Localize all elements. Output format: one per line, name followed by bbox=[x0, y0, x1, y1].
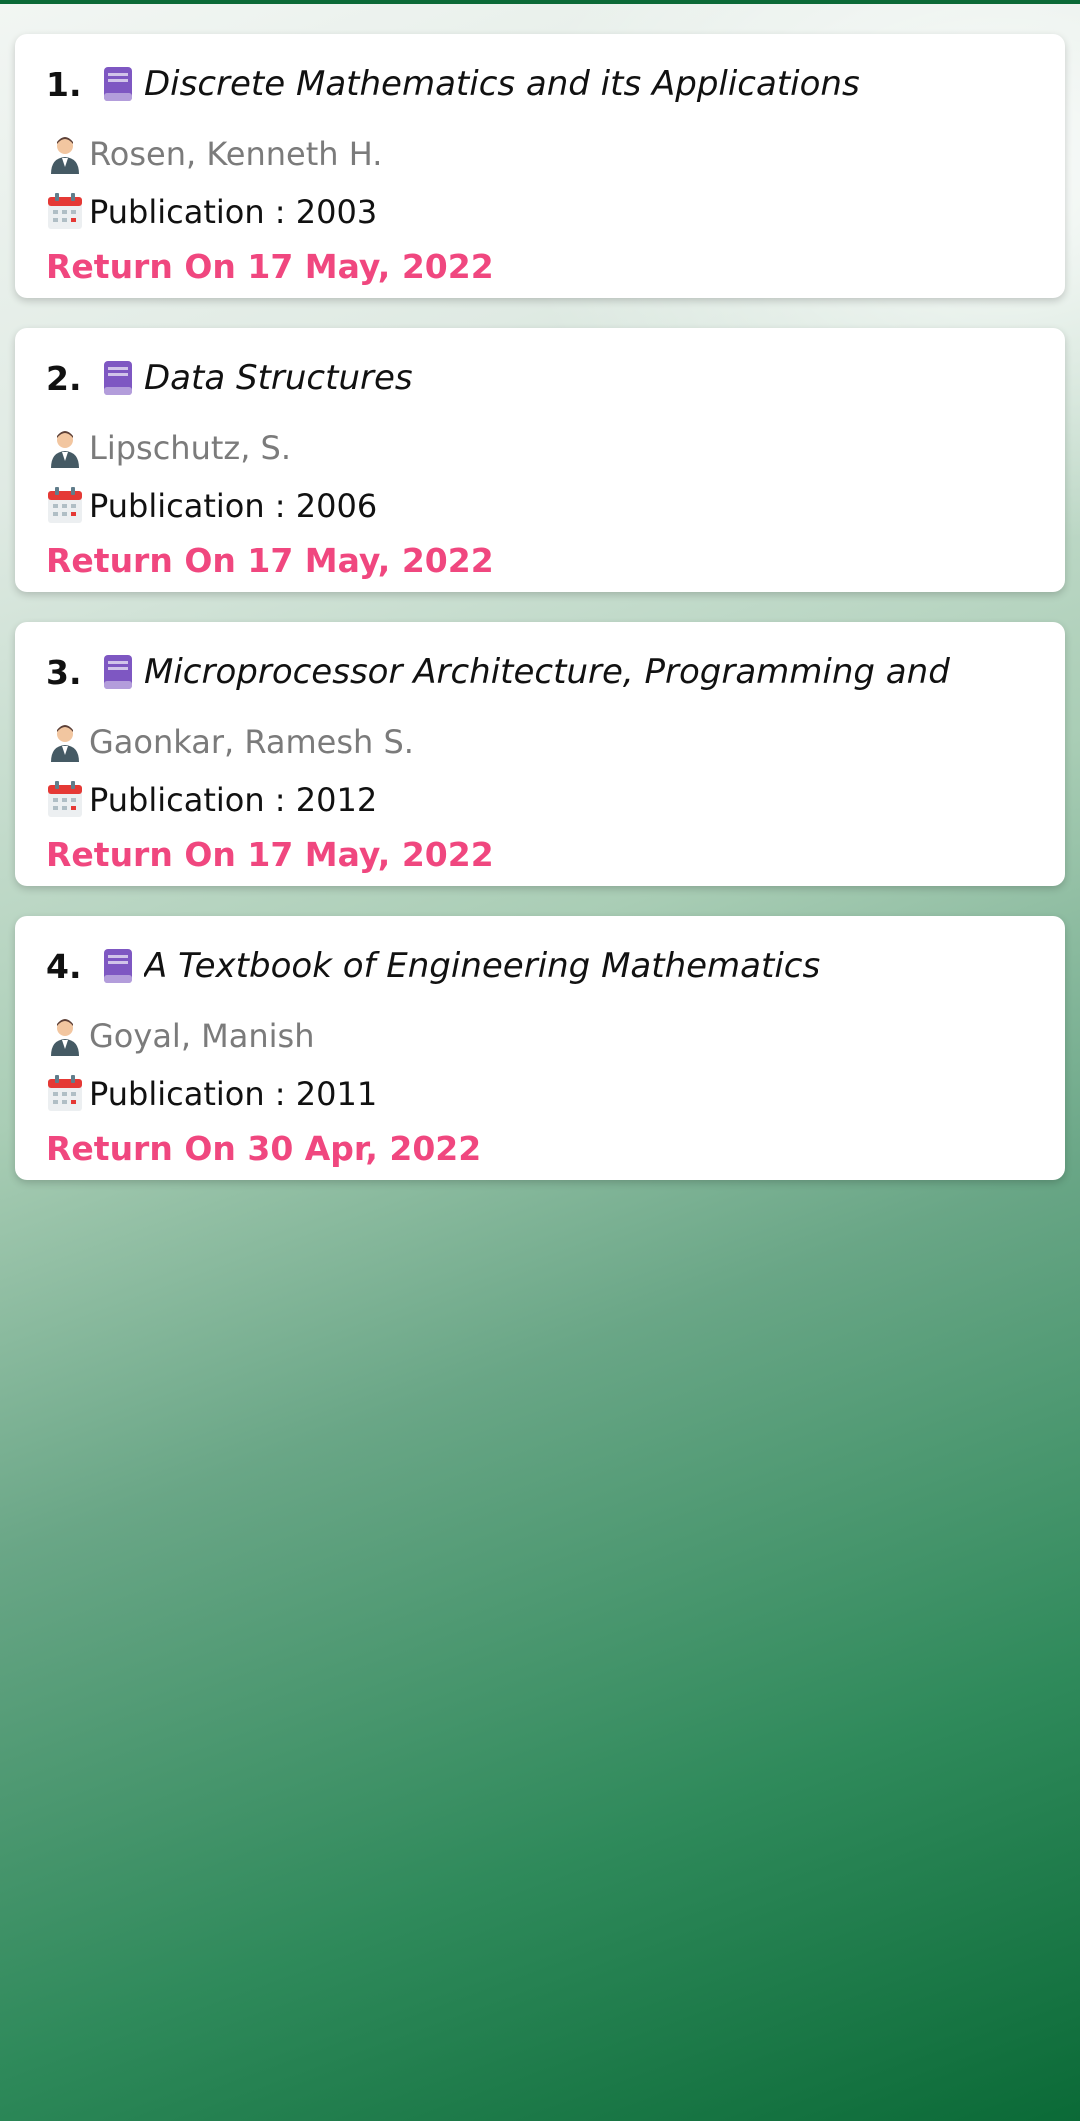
return-date: Return On 17 May, 2022 bbox=[46, 541, 494, 580]
calendar-icon bbox=[46, 1074, 84, 1114]
person-icon bbox=[46, 428, 84, 468]
person-icon bbox=[46, 134, 84, 174]
book-title-row: 4. A Textbook of Engineering Mathematics bbox=[46, 940, 1065, 992]
book-title: Microprocessor Architecture, Programming… bbox=[144, 652, 950, 692]
book-author: Rosen, Kenneth H. bbox=[89, 135, 383, 173]
publication-row: Publication : 2011 bbox=[46, 1068, 1065, 1120]
issued-books-list: 1. Discrete Mathematics and its Applicat… bbox=[15, 34, 1065, 1210]
author-row: Lipschutz, S. bbox=[46, 422, 1065, 474]
book-icon bbox=[102, 65, 134, 103]
book-card[interactable]: 4. A Textbook of Engineering Mathematics… bbox=[15, 916, 1065, 1180]
book-number: 3. bbox=[46, 652, 82, 692]
publication-year: Publication : 2012 bbox=[89, 781, 378, 819]
top-status-strip bbox=[0, 0, 1080, 4]
book-title: Data Structures bbox=[144, 358, 413, 398]
publication-row: Publication : 2006 bbox=[46, 480, 1065, 532]
publication-year: Publication : 2011 bbox=[89, 1075, 378, 1113]
author-row: Goyal, Manish bbox=[46, 1010, 1065, 1062]
person-icon bbox=[46, 1016, 84, 1056]
return-date: Return On 30 Apr, 2022 bbox=[46, 1129, 482, 1168]
book-author: Gaonkar, Ramesh S. bbox=[89, 723, 414, 761]
calendar-icon bbox=[46, 780, 84, 820]
book-icon bbox=[102, 653, 134, 691]
book-icon bbox=[102, 947, 134, 985]
book-card[interactable]: 1. Discrete Mathematics and its Applicat… bbox=[15, 34, 1065, 298]
book-title: Discrete Mathematics and its Application… bbox=[144, 64, 860, 104]
book-card[interactable]: 2. Data Structures Lipschutz, S. Publica… bbox=[15, 328, 1065, 592]
book-number: 1. bbox=[46, 64, 82, 104]
publication-row: Publication : 2003 bbox=[46, 186, 1065, 238]
book-title-row: 2. Data Structures bbox=[46, 352, 1065, 404]
book-title-row: 3. Microprocessor Architecture, Programm… bbox=[46, 646, 1065, 698]
book-title: A Textbook of Engineering Mathematics bbox=[144, 946, 821, 986]
publication-row: Publication : 2012 bbox=[46, 774, 1065, 826]
author-row: Gaonkar, Ramesh S. bbox=[46, 716, 1065, 768]
calendar-icon bbox=[46, 486, 84, 526]
publication-year: Publication : 2003 bbox=[89, 193, 378, 231]
return-date: Return On 17 May, 2022 bbox=[46, 835, 494, 874]
book-icon bbox=[102, 359, 134, 397]
book-card[interactable]: 3. Microprocessor Architecture, Programm… bbox=[15, 622, 1065, 886]
book-number: 2. bbox=[46, 358, 82, 398]
return-date: Return On 17 May, 2022 bbox=[46, 247, 494, 286]
calendar-icon bbox=[46, 192, 84, 232]
book-author: Goyal, Manish bbox=[89, 1017, 315, 1055]
book-title-row: 1. Discrete Mathematics and its Applicat… bbox=[46, 58, 1065, 110]
publication-year: Publication : 2006 bbox=[89, 487, 378, 525]
book-number: 4. bbox=[46, 946, 82, 986]
book-author: Lipschutz, S. bbox=[89, 429, 292, 467]
person-icon bbox=[46, 722, 84, 762]
author-row: Rosen, Kenneth H. bbox=[46, 128, 1065, 180]
